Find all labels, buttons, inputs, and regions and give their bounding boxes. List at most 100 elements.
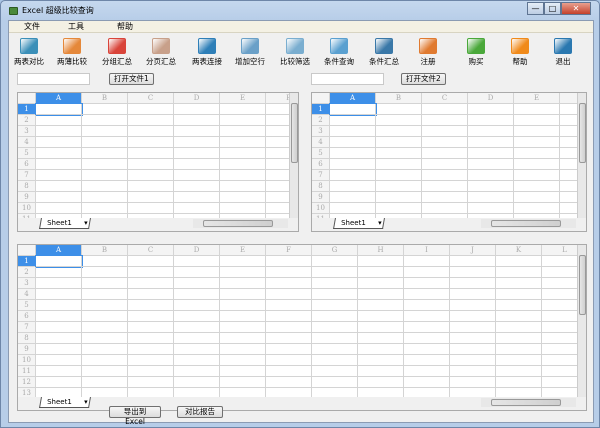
cell[interactable] bbox=[174, 377, 220, 388]
cell[interactable] bbox=[468, 170, 514, 181]
cell[interactable] bbox=[174, 115, 220, 126]
toolbar-button-10[interactable]: 注册 bbox=[406, 38, 450, 67]
cell[interactable] bbox=[128, 278, 174, 289]
row-header[interactable]: 6 bbox=[18, 159, 36, 170]
cell[interactable] bbox=[358, 377, 404, 388]
row-header[interactable]: 8 bbox=[312, 181, 330, 192]
cell[interactable] bbox=[82, 170, 128, 181]
cell[interactable] bbox=[36, 289, 82, 300]
cell[interactable] bbox=[376, 170, 422, 181]
cell[interactable] bbox=[128, 322, 174, 333]
cell[interactable] bbox=[450, 311, 496, 322]
cell[interactable] bbox=[468, 159, 514, 170]
cell[interactable] bbox=[82, 377, 128, 388]
cell[interactable] bbox=[36, 181, 82, 192]
cell[interactable] bbox=[220, 344, 266, 355]
cell[interactable] bbox=[376, 104, 422, 115]
cell[interactable] bbox=[82, 256, 128, 267]
row-header[interactable]: 2 bbox=[18, 115, 36, 126]
cell[interactable] bbox=[174, 289, 220, 300]
cell[interactable] bbox=[174, 311, 220, 322]
cell[interactable] bbox=[128, 355, 174, 366]
cell[interactable] bbox=[330, 148, 376, 159]
column-header-I[interactable]: I bbox=[404, 245, 450, 256]
cell[interactable] bbox=[376, 115, 422, 126]
toolbar-button-6[interactable]: 增加空行 bbox=[228, 38, 272, 67]
cell[interactable] bbox=[220, 377, 266, 388]
cell[interactable] bbox=[174, 366, 220, 377]
cell[interactable] bbox=[220, 170, 266, 181]
cell[interactable] bbox=[496, 366, 542, 377]
cell[interactable] bbox=[496, 322, 542, 333]
cell[interactable] bbox=[312, 322, 358, 333]
cell[interactable] bbox=[36, 192, 82, 203]
cell[interactable] bbox=[404, 344, 450, 355]
cell[interactable] bbox=[358, 267, 404, 278]
cell[interactable] bbox=[330, 192, 376, 203]
cell[interactable] bbox=[128, 170, 174, 181]
cell[interactable] bbox=[514, 104, 560, 115]
toolbar-button-13[interactable]: 退出 bbox=[541, 38, 585, 67]
cell[interactable] bbox=[404, 278, 450, 289]
cell[interactable] bbox=[82, 126, 128, 137]
cell[interactable] bbox=[220, 126, 266, 137]
cell[interactable] bbox=[82, 181, 128, 192]
cell[interactable] bbox=[220, 203, 266, 214]
row-header[interactable]: 9 bbox=[18, 192, 36, 203]
row-header[interactable]: 4 bbox=[18, 289, 36, 300]
open-file1-button[interactable]: 打开文件1 bbox=[109, 73, 154, 85]
cell[interactable] bbox=[376, 181, 422, 192]
cell[interactable] bbox=[450, 256, 496, 267]
cell[interactable] bbox=[220, 148, 266, 159]
cell[interactable] bbox=[266, 267, 312, 278]
cell[interactable] bbox=[220, 289, 266, 300]
cell[interactable] bbox=[36, 300, 82, 311]
row-header[interactable]: 7 bbox=[18, 170, 36, 181]
cell[interactable] bbox=[404, 311, 450, 322]
cell[interactable] bbox=[450, 366, 496, 377]
cell[interactable] bbox=[82, 192, 128, 203]
cell[interactable] bbox=[128, 300, 174, 311]
cell[interactable] bbox=[376, 159, 422, 170]
sheet-dropdown-icon[interactable]: ▾ bbox=[378, 218, 382, 228]
cell[interactable] bbox=[312, 289, 358, 300]
cell[interactable] bbox=[36, 126, 82, 137]
cell[interactable] bbox=[376, 148, 422, 159]
toolbar-button-12[interactable]: 帮助 bbox=[498, 38, 542, 67]
cell[interactable] bbox=[220, 322, 266, 333]
cell[interactable] bbox=[404, 289, 450, 300]
cell[interactable] bbox=[266, 333, 312, 344]
cell[interactable] bbox=[266, 289, 312, 300]
cell[interactable] bbox=[82, 148, 128, 159]
cell[interactable] bbox=[174, 355, 220, 366]
row-header[interactable]: 9 bbox=[312, 192, 330, 203]
cell[interactable] bbox=[450, 289, 496, 300]
cell[interactable] bbox=[128, 344, 174, 355]
cell[interactable] bbox=[358, 289, 404, 300]
cell[interactable] bbox=[514, 126, 560, 137]
sheet-tab[interactable]: Sheet1 ▾ bbox=[39, 218, 91, 229]
maximize-button[interactable]: □ bbox=[544, 2, 561, 15]
scroll-thumb[interactable] bbox=[203, 220, 273, 227]
column-header-C[interactable]: C bbox=[128, 245, 174, 256]
cell[interactable] bbox=[312, 278, 358, 289]
cell[interactable] bbox=[496, 278, 542, 289]
left-spreadsheet[interactable]: ABCDEF1234567891011Sheet1 ▾ bbox=[17, 92, 299, 232]
cell[interactable] bbox=[358, 322, 404, 333]
cell[interactable] bbox=[128, 104, 174, 115]
cell[interactable] bbox=[312, 256, 358, 267]
cell[interactable] bbox=[266, 366, 312, 377]
cell[interactable] bbox=[404, 256, 450, 267]
cell[interactable] bbox=[376, 203, 422, 214]
cell[interactable] bbox=[422, 148, 468, 159]
cell[interactable] bbox=[128, 148, 174, 159]
row-header[interactable]: 4 bbox=[18, 137, 36, 148]
export-excel-button[interactable]: 导出到Excel bbox=[109, 406, 161, 426]
cell[interactable] bbox=[330, 137, 376, 148]
cell[interactable] bbox=[496, 377, 542, 388]
cell[interactable] bbox=[404, 377, 450, 388]
cell[interactable] bbox=[36, 278, 82, 289]
cell[interactable] bbox=[496, 267, 542, 278]
cell[interactable] bbox=[358, 256, 404, 267]
toolbar-button-8[interactable]: 条件查询 bbox=[317, 38, 361, 67]
